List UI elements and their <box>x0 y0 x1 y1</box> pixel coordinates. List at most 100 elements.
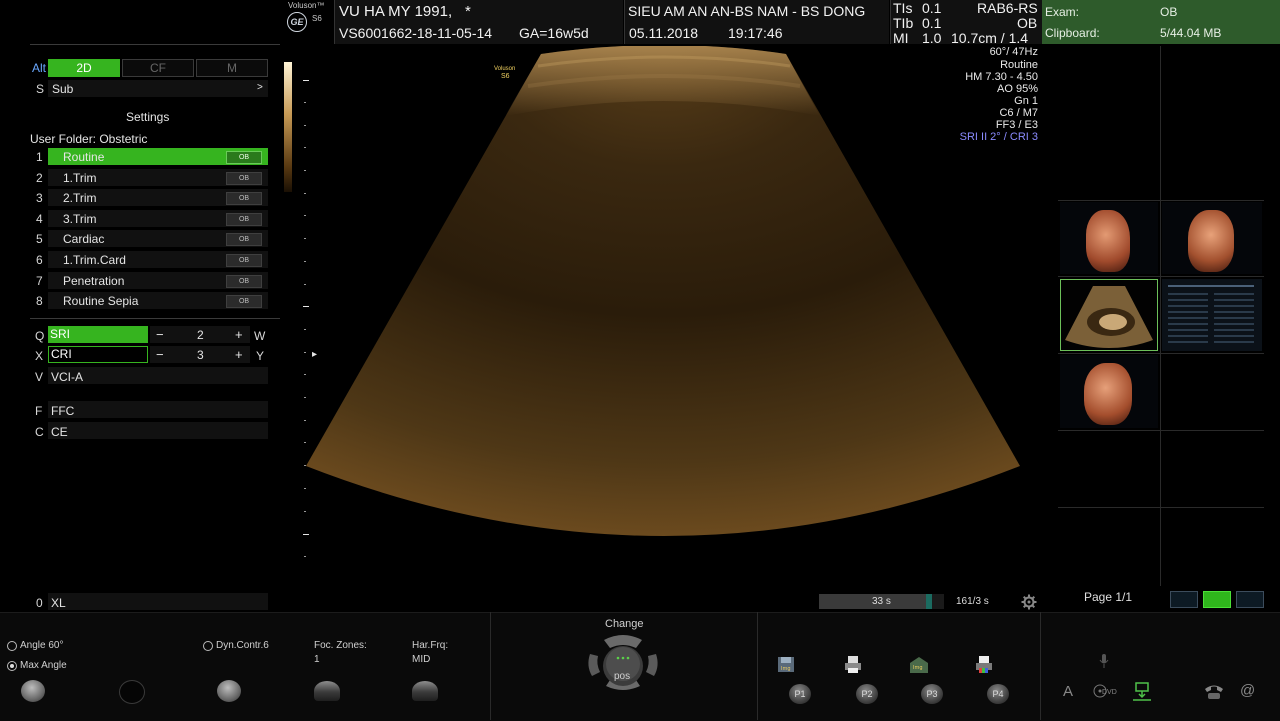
thumbnail-4[interactable] <box>1162 279 1262 351</box>
max-angle-label: Max Angle <box>20 660 67 671</box>
thumbnail-2[interactable] <box>1162 202 1262 274</box>
preset-label: Routine <box>63 150 105 164</box>
annotation-icon[interactable]: A <box>1063 683 1073 700</box>
telephone-icon[interactable] <box>1203 683 1225 701</box>
ultrasound-image[interactable] <box>300 46 1030 576</box>
vci-key: V <box>35 370 44 384</box>
harmonic-freq-label: Har.Frq: <box>412 640 449 651</box>
clipboard-value: 5/44.04 MB <box>1160 26 1222 40</box>
preset-badge: OB <box>226 295 262 309</box>
save-disk-icon: Img <box>778 657 794 672</box>
cri-toggle[interactable]: CRI <box>48 346 148 363</box>
tab-2d[interactable]: 2D <box>48 59 120 77</box>
presets-divider <box>30 318 280 319</box>
trackball-control[interactable] <box>586 632 660 696</box>
cri-value: 3 <box>197 348 204 362</box>
preset-number: 5 <box>36 232 43 247</box>
cri-key-right: Y <box>256 349 265 363</box>
ce-key: C <box>35 425 44 439</box>
user-folder-label: User Folder: Obstetric <box>30 132 148 146</box>
max-angle-radio-icon[interactable] <box>7 661 17 671</box>
preset-number: 1 <box>36 150 43 164</box>
acoustic-output: AO 95% <box>997 83 1038 95</box>
preset-label: 3.Trim <box>63 211 97 226</box>
preset-badge: OB <box>226 212 262 226</box>
mi-label: MI <box>893 30 909 46</box>
preset-number: 6 <box>36 253 43 267</box>
ce-label: CE <box>51 425 68 439</box>
print-icon <box>845 656 861 673</box>
brand-name: Voluson™ <box>288 1 325 10</box>
p1-button[interactable]: P1 <box>789 684 811 704</box>
angle-knob[interactable] <box>21 680 45 702</box>
tib-value: 0.1 <box>922 15 942 31</box>
application: OB <box>1017 15 1038 31</box>
svg-text:Img: Img <box>781 666 791 672</box>
cri-minus-button[interactable]: − <box>156 347 164 362</box>
change-label: Change <box>605 618 644 630</box>
sub-button[interactable] <box>48 80 268 97</box>
exam-value: OB <box>1160 5 1178 19</box>
scan-sector <box>306 46 1020 536</box>
email-icon[interactable]: @ <box>1240 682 1255 699</box>
p4-button[interactable]: P4 <box>987 684 1009 704</box>
cri-plus-button[interactable]: + <box>235 347 243 362</box>
view-single-button[interactable] <box>1170 591 1198 608</box>
harmonic-freq-knob[interactable] <box>412 681 438 701</box>
angle-radio-icon[interactable] <box>7 641 17 651</box>
preset-label: 1.Trim <box>63 170 97 185</box>
svg-text:Img: Img <box>913 665 923 671</box>
microphone-icon[interactable] <box>1098 653 1110 669</box>
sri-plus-button[interactable]: + <box>235 327 243 342</box>
preset-label: 1.Trim.Card <box>63 253 126 267</box>
harmonic-readout: HM 7.30 - 4.50 <box>965 71 1038 83</box>
thumbnail-5[interactable] <box>1060 355 1158 428</box>
preset-label: Penetration <box>63 273 125 288</box>
tis-value: 0.1 <box>922 0 942 16</box>
ce-button[interactable] <box>48 422 268 439</box>
p3-button[interactable]: P3 <box>921 684 943 704</box>
cine-bar-label: 33 s <box>872 596 891 607</box>
depth-readout: 10.7cm / 1.4 <box>951 30 1029 46</box>
overlay-model: S6 <box>501 73 510 80</box>
focus-zones-knob[interactable] <box>314 681 340 701</box>
tib-label: TIb <box>893 15 914 31</box>
thumbnail-3[interactable] <box>1060 279 1158 351</box>
patient-flag: * <box>465 3 471 20</box>
gear-icon[interactable] <box>1021 594 1037 610</box>
view-list-button[interactable] <box>1236 591 1264 608</box>
dyn-contr-knob[interactable] <box>217 680 241 702</box>
page-indicator: Page 1/1 <box>1084 590 1133 604</box>
xl-button[interactable] <box>48 593 268 610</box>
thumbnail-1[interactable] <box>1060 202 1158 274</box>
sri-toggle[interactable]: SRI <box>48 326 148 343</box>
network-transfer-icon[interactable] <box>1130 681 1154 703</box>
view-grid-button[interactable] <box>1203 591 1231 608</box>
harmonic-freq-value: MID <box>412 654 431 665</box>
blank-knob[interactable] <box>119 680 145 704</box>
ffc-button[interactable] <box>48 401 268 418</box>
exam-date: 05.11.2018 <box>629 25 699 41</box>
sri-key-left: Q <box>35 329 45 343</box>
tis-label: TIs <box>893 0 913 16</box>
xl-label: XL <box>51 596 66 610</box>
preset-badge: OB <box>226 151 262 164</box>
sri-key-right: W <box>254 329 266 343</box>
focus-zones-value: 1 <box>314 654 320 665</box>
dyn-contr-radio-icon[interactable] <box>203 641 213 651</box>
brand-model: S6 <box>312 14 322 23</box>
tab-cf[interactable]: CF <box>122 59 194 77</box>
sri-minus-button[interactable]: − <box>156 327 164 342</box>
angle-fps: 60°/ 47Hz <box>989 46 1038 58</box>
gray-scale-bar <box>284 62 292 192</box>
dvd-label[interactable]: DVD <box>1102 689 1117 696</box>
mi-value: 1.0 <box>922 30 942 46</box>
sub-key: S <box>36 82 45 96</box>
tab-m[interactable]: M <box>196 59 268 77</box>
p2-button[interactable]: P2 <box>856 684 878 704</box>
send-image-icon: Img <box>910 657 928 673</box>
preset-badge: OB <box>226 233 262 247</box>
preset-number: 8 <box>36 294 43 309</box>
preset-number: 3 <box>36 191 43 206</box>
cri-key-left: X <box>35 349 44 363</box>
